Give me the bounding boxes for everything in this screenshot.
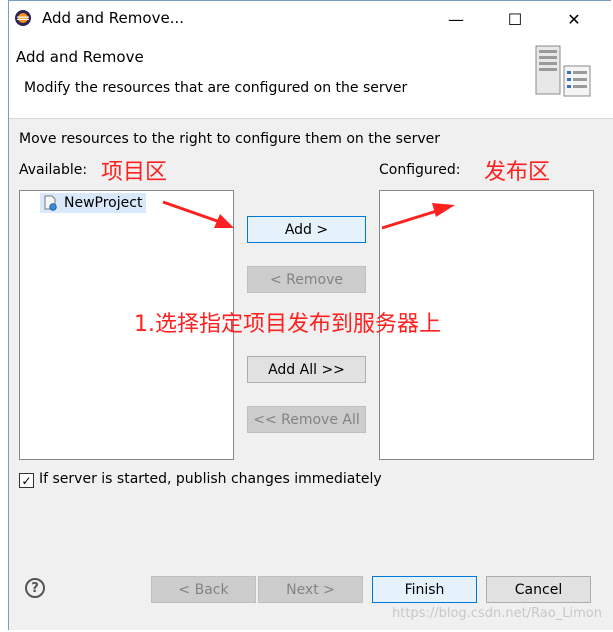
minimize-icon: — bbox=[448, 9, 464, 29]
header-title: Add and Remove bbox=[16, 48, 144, 66]
close-button[interactable]: ✕ bbox=[551, 1, 597, 37]
window-title: Add and Remove... bbox=[42, 9, 184, 27]
header-description: Modify the resources that are configured… bbox=[24, 80, 408, 96]
next-button[interactable]: Next > bbox=[258, 576, 363, 603]
minimize-button[interactable]: — bbox=[433, 1, 479, 37]
available-label: Available: bbox=[19, 162, 88, 178]
annotation-project-area: 项目区 bbox=[101, 160, 168, 185]
instruction-text: Move resources to the right to configure… bbox=[19, 131, 440, 147]
list-item-newproject[interactable]: NewProject bbox=[40, 193, 147, 213]
watermark: https://blog.csdn.net/Rao_Limon bbox=[392, 606, 602, 621]
annotation-publish-area: 发布区 bbox=[484, 160, 551, 185]
publish-immediately-checkbox[interactable]: ✓ bbox=[19, 473, 34, 488]
project-icon bbox=[44, 195, 57, 211]
back-button[interactable]: < Back bbox=[151, 576, 256, 603]
publish-immediately-label: If server is started, publish changes im… bbox=[39, 471, 382, 487]
add-button[interactable]: Add > bbox=[247, 216, 366, 243]
maximize-icon: ☐ bbox=[507, 9, 523, 29]
annotation-instruction: 1.选择指定项目发布到服务器上 bbox=[134, 312, 441, 337]
maximize-button[interactable]: ☐ bbox=[492, 1, 538, 37]
add-all-button[interactable]: Add All >> bbox=[247, 356, 366, 383]
eclipse-icon bbox=[15, 10, 31, 26]
remove-button[interactable]: < Remove bbox=[247, 266, 366, 293]
finish-button[interactable]: Finish bbox=[372, 576, 477, 603]
help-icon[interactable]: ? bbox=[25, 578, 45, 598]
configured-label: Configured: bbox=[379, 162, 461, 178]
list-item-label: NewProject bbox=[64, 195, 143, 211]
server-icon bbox=[535, 45, 591, 97]
cancel-button[interactable]: Cancel bbox=[486, 576, 591, 603]
remove-all-button[interactable]: << Remove All bbox=[247, 406, 366, 433]
close-icon: ✕ bbox=[567, 9, 581, 29]
